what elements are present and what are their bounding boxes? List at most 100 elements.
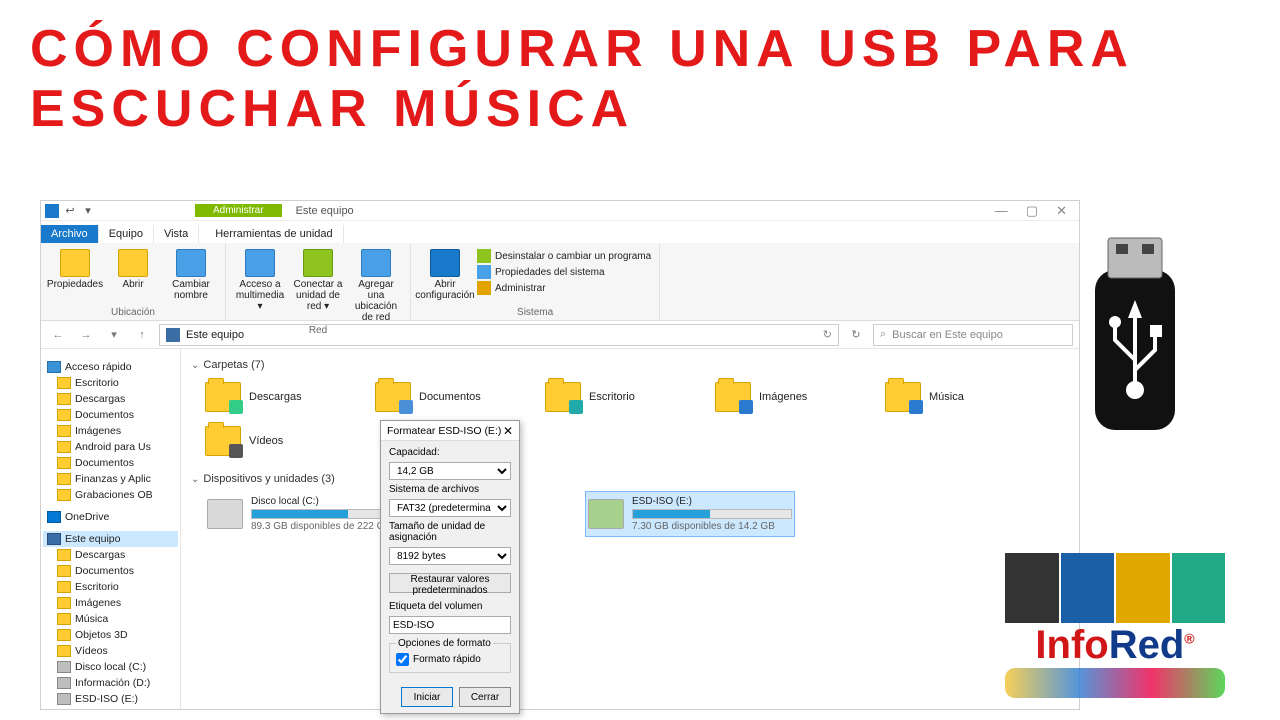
add-location-button[interactable]: Agregar una ubicación de red [350, 247, 402, 323]
properties-button[interactable]: Propiedades [49, 247, 101, 305]
close-button[interactable]: ✕ [1056, 203, 1067, 219]
forward-button[interactable]: → [75, 324, 97, 346]
up-button[interactable]: ↑ [131, 324, 153, 346]
drive-free: 7.30 GB disponibles de 14.2 GB [632, 521, 792, 532]
map-drive-button[interactable]: Conectar a unidad de red ▾ [292, 247, 344, 323]
folder-icon [57, 581, 71, 593]
drive-name: ESD-ISO (E:) [632, 496, 792, 507]
refresh-icon[interactable]: ↻ [845, 324, 867, 346]
folder-icon [57, 441, 71, 453]
folder-icon [205, 382, 241, 412]
nav-pc-3dobjects[interactable]: Objetos 3D [43, 627, 178, 643]
folder-musica[interactable]: Música [885, 377, 1035, 417]
minimize-button[interactable]: — [995, 203, 1008, 219]
ribbon-group-label: Sistema [419, 305, 651, 318]
filesystem-select[interactable]: FAT32 (predeterminado) [389, 499, 511, 517]
allocation-label: Tamaño de unidad de asignación [389, 521, 511, 543]
back-button[interactable]: ← [47, 324, 69, 346]
nav-item-desktop[interactable]: Escritorio [43, 375, 178, 391]
ribbon-group-system: Abrir configuración Desinstalar o cambia… [411, 243, 660, 320]
media-access-button[interactable]: Acceso a multimedia ▾ [234, 247, 286, 323]
folder-icon [57, 549, 71, 561]
nav-pc-documents[interactable]: Documentos [43, 563, 178, 579]
pc-icon [47, 533, 61, 545]
usb-stick-illustration [1050, 230, 1220, 460]
rename-button[interactable]: Cambiar nombre [165, 247, 217, 305]
ribbon-group-location: Propiedades Abrir Cambiar nombre Ubicaci… [41, 243, 226, 320]
refresh-address-icon[interactable]: ↻ [823, 328, 832, 341]
drive-e-usb[interactable]: ESD-ISO (E:) 7.30 GB disponibles de 14.2… [585, 491, 795, 537]
nav-item-documents2[interactable]: Documentos [43, 455, 178, 471]
capacity-select[interactable]: 14,2 GB [389, 462, 511, 480]
folder-icon [57, 393, 71, 405]
tab-file[interactable]: Archivo [41, 225, 99, 243]
manage-link[interactable]: Administrar [477, 281, 651, 295]
qat-undo-icon[interactable]: ↩ [63, 204, 77, 218]
file-explorer-window: ↩ ▾ Administrar Este equipo — ▢ ✕ Archiv… [40, 200, 1080, 710]
uninstall-program-link[interactable]: Desinstalar o cambiar un programa [477, 249, 651, 263]
program-icon [477, 249, 491, 263]
nav-item-android[interactable]: Android para Us [43, 439, 178, 455]
tab-drive-tools[interactable]: Herramientas de unidad [205, 225, 343, 243]
tab-view[interactable]: Vista [154, 225, 199, 243]
folder-escritorio[interactable]: Escritorio [545, 377, 695, 417]
nav-pc-desktop[interactable]: Escritorio [43, 579, 178, 595]
address-path: Este equipo [186, 329, 244, 341]
nav-item-downloads[interactable]: Descargas [43, 391, 178, 407]
open-button[interactable]: Abrir [107, 247, 159, 305]
folder-icon [57, 597, 71, 609]
folder-documentos[interactable]: Documentos [375, 377, 525, 417]
infored-logo: InfoRed® [990, 550, 1240, 700]
nav-pc-drive-e[interactable]: ESD-ISO (E:) [43, 691, 178, 707]
open-settings-button[interactable]: Abrir configuración [419, 247, 471, 305]
allocation-select[interactable]: 8192 bytes [389, 547, 511, 565]
format-dialog: Formatear ESD-ISO (E:) ✕ Capacidad: 14,2… [380, 420, 520, 714]
drives-group-header[interactable]: Dispositivos y unidades (3) [191, 469, 1069, 489]
dialog-titlebar: Formatear ESD-ISO (E:) ✕ [381, 421, 519, 441]
folders-group-header[interactable]: Carpetas (7) [191, 355, 1069, 375]
address-bar[interactable]: Este equipo ↻ [159, 324, 839, 346]
folder-icon [885, 382, 921, 412]
ribbon-system-list: Desinstalar o cambiar un programa Propie… [477, 247, 651, 305]
quick-format-checkbox[interactable] [396, 653, 409, 666]
drive-icon [57, 661, 71, 673]
search-box[interactable]: ⌕ Buscar en Este equipo [873, 324, 1073, 346]
maximize-button[interactable]: ▢ [1026, 203, 1038, 219]
usb-drive-icon [588, 499, 624, 529]
folder-icon [57, 565, 71, 577]
nav-pc-downloads[interactable]: Descargas [43, 547, 178, 563]
qat-dropdown-icon[interactable]: ▾ [81, 204, 95, 218]
close-button[interactable]: Cerrar [459, 687, 511, 707]
dialog-close-button[interactable]: ✕ [503, 424, 513, 438]
nav-pc-drive-d[interactable]: Información (D:) [43, 675, 178, 691]
nav-item-pictures[interactable]: Imágenes [43, 423, 178, 439]
folder-imagenes[interactable]: Imágenes [715, 377, 865, 417]
folder-icon [57, 489, 71, 501]
folder-icon [57, 409, 71, 421]
drive-icon [57, 677, 71, 689]
nav-item-documents[interactable]: Documentos [43, 407, 178, 423]
folder-descargas[interactable]: Descargas [205, 377, 355, 417]
folder-videos[interactable]: Vídeos [205, 421, 355, 461]
nav-this-pc[interactable]: Este equipo [43, 531, 178, 547]
format-options-label: Opciones de formato [396, 638, 493, 649]
nav-pc-drive-c[interactable]: Disco local (C:) [43, 659, 178, 675]
nav-item-grabaciones[interactable]: Grabaciones OB [43, 487, 178, 503]
nav-pc-pictures[interactable]: Imágenes [43, 595, 178, 611]
folder-icon [57, 629, 71, 641]
pc-icon [166, 328, 180, 342]
recent-button[interactable]: ▾ [103, 324, 125, 346]
volume-input[interactable] [389, 616, 511, 634]
manage-icon [477, 281, 491, 295]
nav-quick-access[interactable]: Acceso rápido [43, 359, 178, 375]
nav-item-finanzas[interactable]: Finanzas y Aplic [43, 471, 178, 487]
nav-pc-videos[interactable]: Vídeos [43, 643, 178, 659]
system-properties-link[interactable]: Propiedades del sistema [477, 265, 651, 279]
restore-defaults-button[interactable]: Restaurar valores predeterminados [389, 573, 511, 593]
nav-onedrive[interactable]: OneDrive [43, 509, 178, 525]
quick-format-label: Formato rápido [413, 654, 481, 665]
nav-pc-music[interactable]: Música [43, 611, 178, 627]
headline: CÓMO CONFIGURAR UNA USB PARA ESCUCHAR MÚ… [0, 0, 1280, 150]
start-button[interactable]: Iniciar [401, 687, 453, 707]
tab-computer[interactable]: Equipo [99, 225, 154, 243]
